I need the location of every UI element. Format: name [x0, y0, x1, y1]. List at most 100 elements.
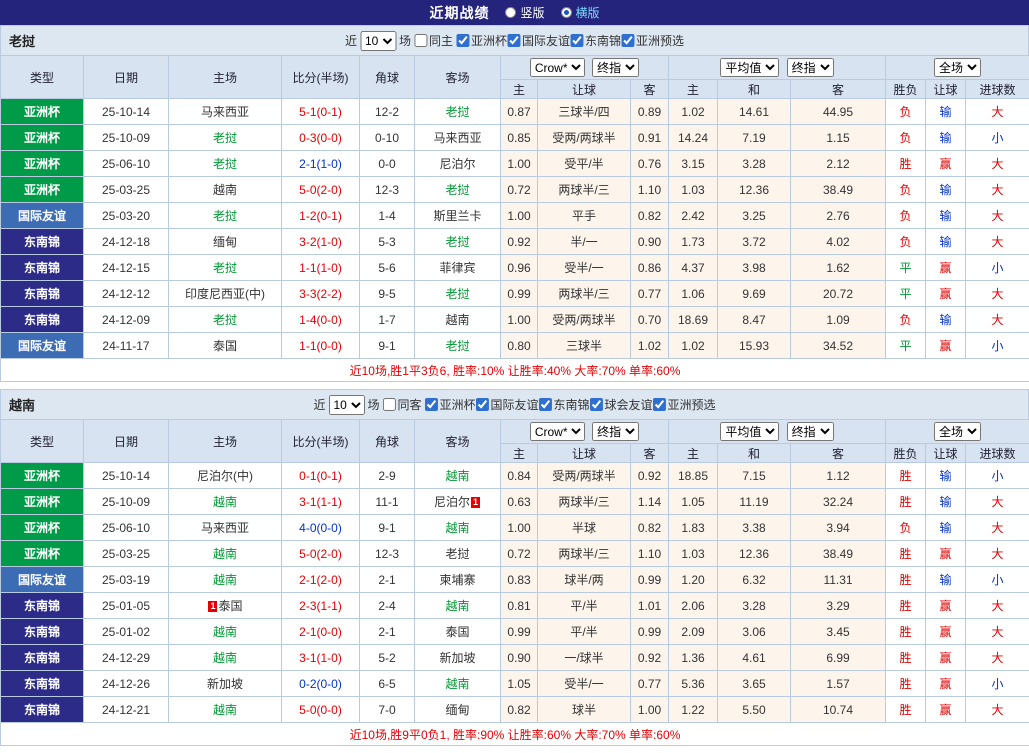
competition-checkbox[interactable]: 球会友谊 [590, 396, 653, 413]
competition-badge: 亚洲杯 [1, 151, 84, 177]
full-match-select[interactable]: 全场 [934, 58, 981, 77]
asian-home-odds: 1.00 [501, 515, 538, 541]
checkbox-icon[interactable] [382, 398, 395, 411]
away-team: 缅甸 [415, 697, 501, 723]
asian-odds-time-select[interactable]: 终指 [592, 58, 639, 77]
euro-away-odds: 1.12 [791, 463, 886, 489]
euro-average-select[interactable]: 平均值 [720, 58, 779, 77]
euro-home-odds: 18.69 [669, 307, 718, 333]
team-label: 缅甸 [213, 235, 237, 249]
result-goals: 大 [966, 697, 1029, 723]
result-goals: 大 [966, 203, 1029, 229]
asian-handicap: 两球半/三 [538, 489, 631, 515]
euro-away-odds: 20.72 [791, 281, 886, 307]
home-team: 1泰国 [169, 593, 282, 619]
sub-header-goals: 进球数 [966, 444, 1029, 463]
checkbox-icon[interactable] [570, 34, 583, 47]
checkbox-icon[interactable] [621, 34, 634, 47]
asian-odds-time-select[interactable]: 终指 [592, 422, 639, 441]
layout-radio-horizontal[interactable]: 横版 [561, 4, 600, 21]
match-date: 25-10-14 [84, 463, 169, 489]
result-goals: 大 [966, 593, 1029, 619]
competition-checkbox[interactable]: 东南锦 [570, 32, 621, 49]
asian-handicap: 受半/一 [538, 671, 631, 697]
asian-away-odds: 0.99 [631, 567, 669, 593]
score: 1-2(0-1) [282, 203, 360, 229]
competition-checkbox[interactable]: 亚洲杯 [456, 32, 507, 49]
result-handicap: 输 [926, 489, 966, 515]
sub-header-handicap: 让球 [538, 444, 631, 463]
checkbox-icon[interactable] [539, 398, 552, 411]
bookmaker-select[interactable]: Crow* [530, 58, 585, 77]
match-date: 25-10-14 [84, 99, 169, 125]
competition-checkboxes: 亚洲杯国际友谊东南锦亚洲预选 [456, 32, 684, 50]
red-card-icon: 1 [208, 601, 217, 612]
away-team: 老挝 [415, 333, 501, 359]
corner-count: 9-5 [360, 281, 415, 307]
competition-badge: 亚洲杯 [1, 463, 84, 489]
checkbox-icon[interactable] [476, 398, 489, 411]
team-section: 老挝 近 10 场 同主 亚洲杯国际友谊东南锦亚洲预选 类 [0, 25, 1029, 382]
col-header-corner: 角球 [360, 420, 415, 463]
competition-checkbox[interactable]: 亚洲杯 [424, 396, 475, 413]
euro-away-odds: 10.74 [791, 697, 886, 723]
result-wdl: 胜 [886, 645, 926, 671]
corner-count: 0-0 [360, 151, 415, 177]
team-label: 泰国 [213, 339, 237, 353]
euro-draw-odds: 9.69 [718, 281, 791, 307]
filter-controls: 近 10 场 同客 亚洲杯国际友谊东南锦球会友谊亚洲预选 [313, 395, 715, 415]
euro-odds-time-select[interactable]: 终指 [787, 422, 834, 441]
team-label: 缅甸 [445, 703, 469, 717]
asian-home-odds: 0.63 [501, 489, 538, 515]
checkbox-icon[interactable] [414, 34, 427, 47]
competition-checkbox[interactable]: 国际友谊 [507, 32, 570, 49]
checkbox-icon[interactable] [507, 34, 520, 47]
asian-handicap: 受两/两球半 [538, 125, 631, 151]
near-label: 近 [313, 396, 325, 413]
euro-draw-odds: 7.15 [718, 463, 791, 489]
euro-average-select[interactable]: 平均值 [720, 422, 779, 441]
asian-handicap: 平/半 [538, 619, 631, 645]
euro-home-odds: 2.42 [669, 203, 718, 229]
checkbox-icon[interactable] [590, 398, 603, 411]
checkbox-icon[interactable] [653, 398, 666, 411]
checkbox-icon[interactable] [424, 398, 437, 411]
euro-odds-time-select[interactable]: 终指 [787, 58, 834, 77]
same-venue-checkbox[interactable]: 同客 [382, 396, 421, 413]
match-count-select[interactable]: 10 [360, 31, 396, 51]
radio-icon[interactable] [505, 7, 516, 18]
competition-checkbox[interactable]: 亚洲预选 [653, 396, 716, 413]
asian-away-odds: 1.00 [631, 697, 669, 723]
result-wdl: 负 [886, 307, 926, 333]
summary-row: 近10场,胜1平3负6, 胜率:10% 让胜率:40% 大率:70% 单率:60… [1, 359, 1029, 382]
summary-line: 近10场,胜1平3负6, 胜率:10% 让胜率:40% 大率:70% 单率:60… [1, 359, 1029, 382]
sub-header-asian-away: 客 [631, 80, 669, 99]
full-match-select[interactable]: 全场 [934, 422, 981, 441]
team-label: 尼泊尔(中) [197, 469, 253, 483]
layout-radio-vertical[interactable]: 竖版 [505, 4, 544, 21]
competition-badge: 东南锦 [1, 255, 84, 281]
match-count-select[interactable]: 10 [328, 395, 364, 415]
away-team: 越南 [415, 671, 501, 697]
match-date: 24-11-17 [84, 333, 169, 359]
asian-handicap: 球半/两 [538, 567, 631, 593]
sub-header-euro-draw: 和 [718, 80, 791, 99]
competition-checkbox[interactable]: 亚洲预选 [621, 32, 684, 49]
euro-away-odds: 44.95 [791, 99, 886, 125]
same-venue-checkbox[interactable]: 同主 [414, 32, 453, 49]
asian-home-odds: 0.99 [501, 281, 538, 307]
competition-checkbox[interactable]: 东南锦 [539, 396, 590, 413]
checkbox-icon[interactable] [456, 34, 469, 47]
bookmaker-select[interactable]: Crow* [530, 422, 585, 441]
match-date: 25-10-09 [84, 125, 169, 151]
sub-header-handicap: 让球 [538, 80, 631, 99]
team-label: 老挝 [445, 183, 469, 197]
home-team: 泰国 [169, 333, 282, 359]
result-goals: 大 [966, 229, 1029, 255]
radio-icon[interactable] [561, 7, 572, 18]
asian-handicap: 两球半/三 [538, 177, 631, 203]
competition-checkbox[interactable]: 国际友谊 [476, 396, 539, 413]
asian-away-odds: 0.92 [631, 645, 669, 671]
euro-home-odds: 14.24 [669, 125, 718, 151]
asian-away-odds: 0.70 [631, 307, 669, 333]
